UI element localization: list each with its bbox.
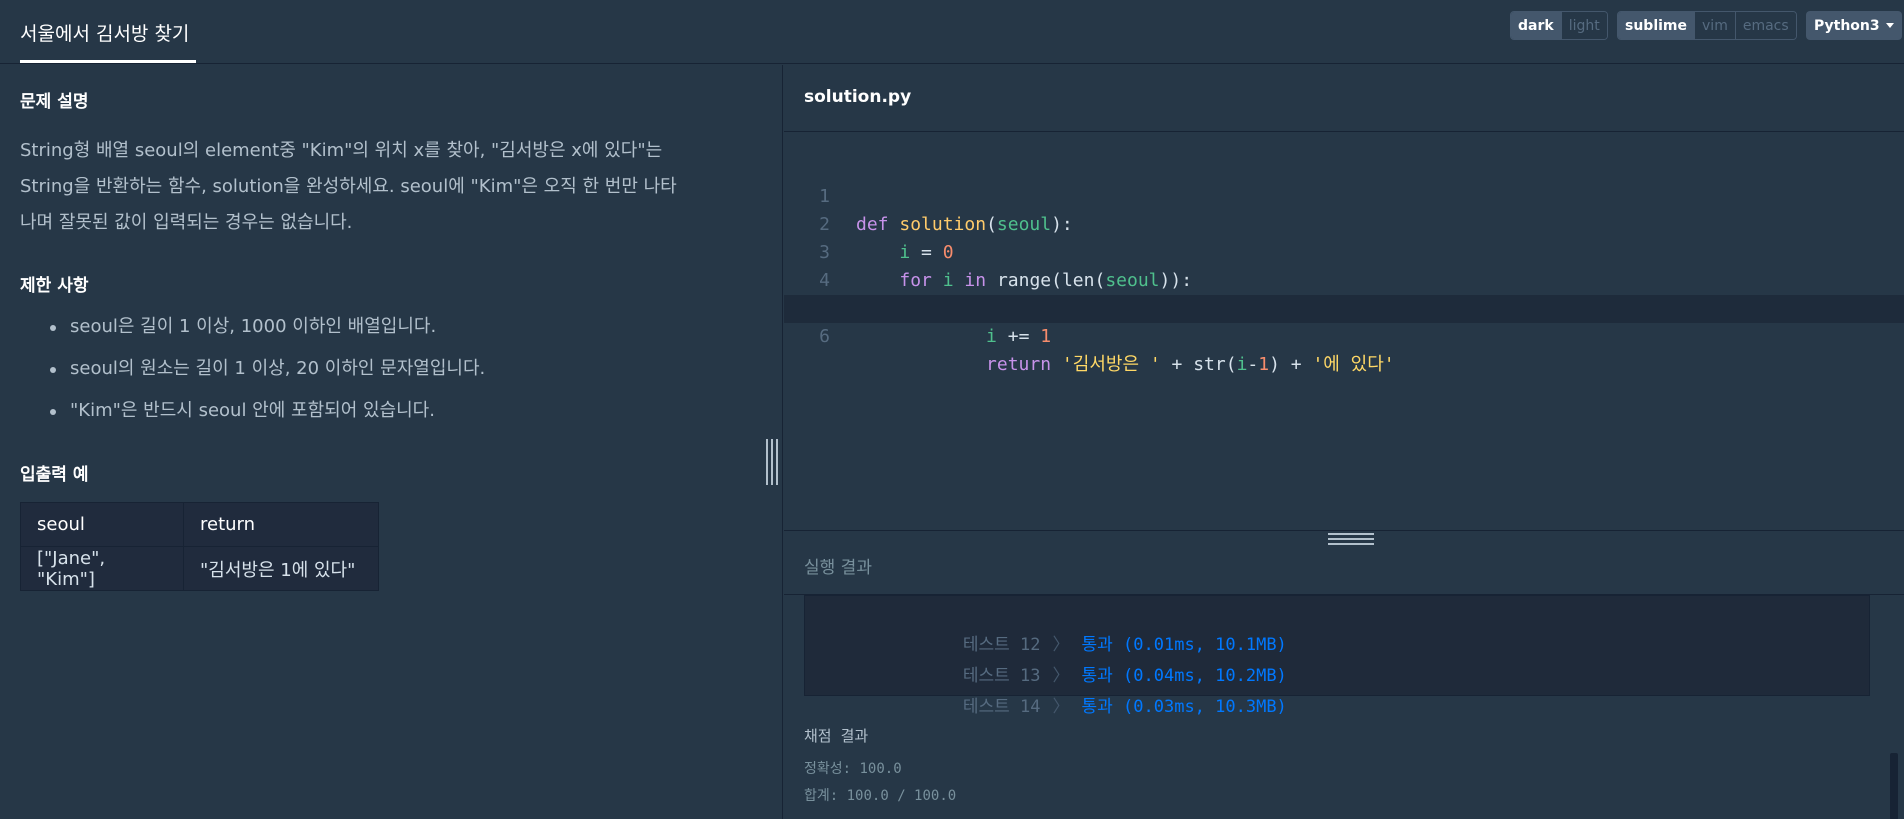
editor-panel: solution.py 1 def solution(seoul): 2 i =… <box>784 65 1904 819</box>
active-tab-underline <box>20 60 196 63</box>
code-line[interactable]: 3 for i in range(len(seoul)): <box>784 211 1904 291</box>
table-cell: ["Jane", "Kim"] <box>20 546 184 591</box>
chevron-down-icon <box>1885 23 1894 28</box>
file-name: solution.py <box>804 87 912 107</box>
vertical-resize-handle[interactable] <box>766 439 778 485</box>
column-header: seoul <box>20 502 184 547</box>
top-bar: 서울에서 김서방 찾기 dark light sublime vim emacs… <box>0 0 1904 64</box>
test-result-row: 테스트 14 〉 통과 (0.03ms, 10.3MB) <box>881 662 1287 717</box>
test-status: 통과 (0.03ms, 10.3MB) <box>1081 697 1287 717</box>
limit-item: "Kim"은 반드시 seoul 안에 포함되어 있습니다. <box>48 391 748 433</box>
description-line: 나며 잘못된 값이 입력되는 경우는 없습니다. <box>20 212 353 233</box>
theme-toggle: dark light <box>1510 11 1608 40</box>
code-editor[interactable]: 1 def solution(seoul): 2 i = 0 3 for i i… <box>784 155 1904 375</box>
language-select[interactable]: Python3 <box>1806 11 1902 40</box>
keymap-toggle: sublime vim emacs <box>1617 11 1797 40</box>
code-line[interactable]: 5 i += 1 <box>784 267 1904 347</box>
table-cell: "김서방은 1에 있다" <box>183 546 379 591</box>
code-line[interactable]: 2 i = 0 <box>784 183 1904 263</box>
keymap-emacs-button[interactable]: emacs <box>1734 12 1796 39</box>
limits-heading: 제한 사항 <box>20 276 89 296</box>
column-header: return <box>183 502 379 547</box>
limit-item: seoul의 원소는 길이 1 이상, 20 이하인 문자열입니다. <box>48 349 748 391</box>
test-result-row: 테스트 12 〉 통과 (0.01ms, 10.1MB) <box>881 600 1287 655</box>
description-line: String을 반환하는 함수, solution을 완성하세요. seoul에… <box>20 176 677 197</box>
keymap-vim-button[interactable]: vim <box>1694 12 1735 39</box>
description-heading: 문제 설명 <box>20 92 89 112</box>
problem-title-tab[interactable]: 서울에서 김서방 찾기 <box>0 0 209 64</box>
io-example-heading: 입출력 예 <box>20 465 89 485</box>
result-scrollbar[interactable] <box>1890 753 1898 819</box>
limit-item: seoul은 길이 1 이상, 1000 이하인 배열입니다. <box>48 307 748 349</box>
description-line: String형 배열 seoul의 element중 "Kim"의 위치 x를 … <box>20 140 663 161</box>
horizontal-resize-handle[interactable] <box>1328 533 1374 545</box>
keymap-sublime-button[interactable]: sublime <box>1618 12 1695 39</box>
line-number: 6 <box>819 326 830 347</box>
theme-light-button[interactable]: light <box>1560 12 1607 39</box>
chevron-right-icon: 〉 <box>1052 697 1070 717</box>
code-line[interactable]: 4 if seoul[i] == 'Kim': <box>784 239 1904 319</box>
language-label: Python3 <box>1814 17 1880 34</box>
test-result-row: 테스트 13 〉 통과 (0.04ms, 10.2MB) <box>881 631 1287 686</box>
accuracy-score: 정확성: 100.0 <box>804 761 902 777</box>
total-score: 합계: 100.0 / 100.0 <box>804 788 957 804</box>
problem-panel: 문제 설명 String형 배열 seoul의 element중 "Kim"의 … <box>0 65 783 819</box>
code-text: i += 1 <box>986 326 1052 347</box>
table-row: ["Jane", "Kim"] "김서방은 1에 있다" <box>20 546 379 591</box>
grading-heading: 채점 결과 <box>804 727 869 745</box>
code-line[interactable]: 1 def solution(seoul): <box>784 155 1904 235</box>
result-heading: 실행 결과 <box>804 558 872 578</box>
table-header-row: seoul return <box>20 502 379 547</box>
problem-description: String형 배열 seoul의 element중 "Kim"의 위치 x를 … <box>20 133 740 241</box>
io-example-table: seoul return ["Jane", "Kim"] "김서방은 1에 있다… <box>20 502 379 591</box>
test-label: 테스트 14 <box>962 697 1041 717</box>
file-header: solution.py <box>784 65 1904 132</box>
result-panel: 실행 결과 테스트 12 〉 통과 (0.01ms, 10.1MB) 테스트 13 〉… <box>784 530 1904 819</box>
theme-dark-button[interactable]: dark <box>1511 12 1561 39</box>
code-line-current[interactable]: 6 return '김서방은 ' + str(i-1) + '에 있다' <box>784 295 1904 375</box>
code-text: return '김서방은 ' + str(i-1) + '에 있다' <box>986 354 1395 375</box>
test-results-box: 테스트 12 〉 통과 (0.01ms, 10.1MB) 테스트 13 〉 통과 (0.… <box>804 595 1870 717</box>
limits-list: seoul은 길이 1 이상, 1000 이하인 배열입니다. seoul의 원… <box>48 307 748 433</box>
